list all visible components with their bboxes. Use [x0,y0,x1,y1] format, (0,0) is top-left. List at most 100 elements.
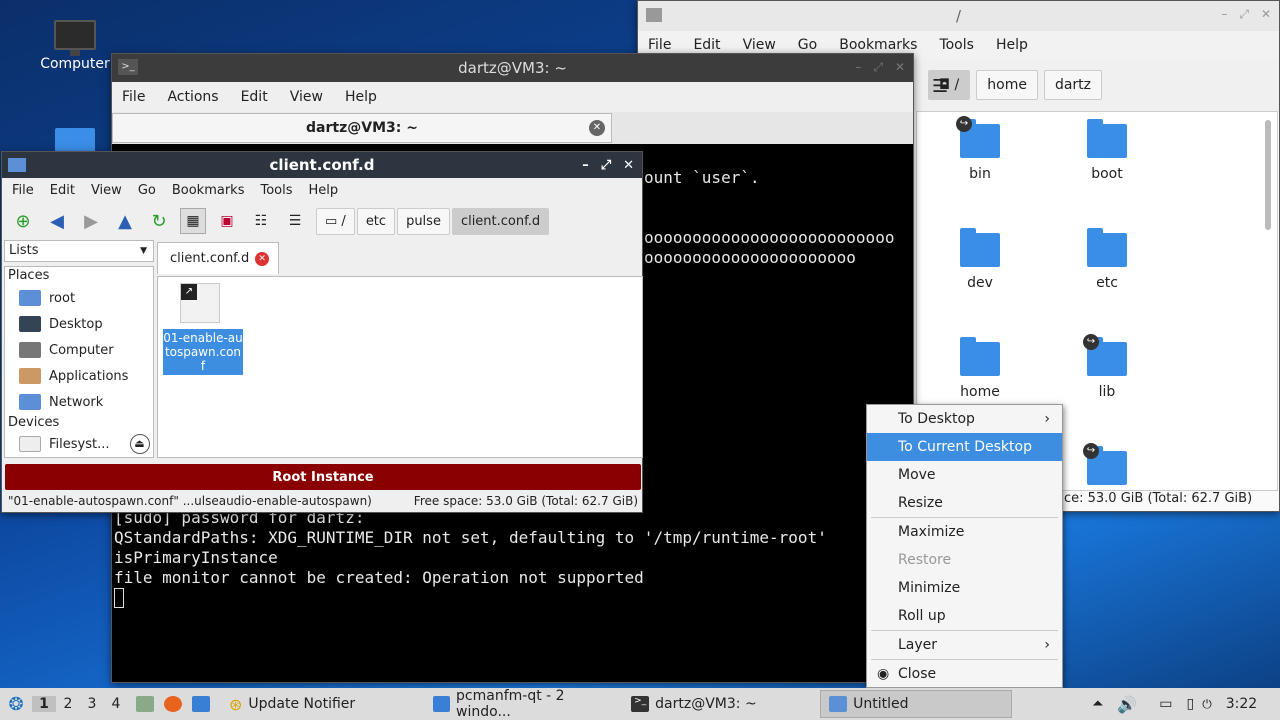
folder-item[interactable]: etc [1072,228,1142,291]
desktop-launcher-icon[interactable] [192,696,210,712]
menu-item-to-desktop[interactable]: To Desktop › [867,405,1062,433]
maximize-icon[interactable]: ⤢ [601,158,611,173]
menu-edit[interactable]: Edit [693,37,720,53]
menu-item-maximize[interactable]: Maximize [867,518,1062,546]
menu-item-to-current-desktop[interactable]: To Current Desktop [867,433,1062,461]
menu-edit[interactable]: Edit [241,89,268,105]
sidebar-item-computer[interactable]: Computer [5,337,153,363]
close-icon[interactable]: ✕ [1261,7,1271,22]
titlebar[interactable]: / – ⤢ ✕ [638,1,1279,31]
folder-item[interactable]: ↪ [1072,443,1142,493]
sidebar-item-filesystem[interactable]: Filesyst... ⏏ [5,431,153,457]
titlebar[interactable]: >_ dartz@VM3: ~ – ⤢ ✕ [112,54,913,82]
clipboard-icon[interactable]: ▯ [1187,696,1195,712]
menu-tools[interactable]: Tools [260,183,292,198]
menu-help[interactable]: Help [309,183,339,198]
menu-bookmarks[interactable]: Bookmarks [839,37,917,53]
folder-item[interactable]: home [945,337,1015,400]
new-tab-icon[interactable]: ⊕ [10,208,36,234]
sidebar-item-network[interactable]: Network [5,389,153,415]
workspace-2[interactable]: 2 [56,696,80,712]
thumbnail-view-icon[interactable]: ▣ [214,208,240,234]
menu-item-roll-up[interactable]: Roll up [867,602,1062,630]
workspace-1[interactable]: 1 [32,696,56,712]
tab-client-conf-d[interactable]: client.conf.d ✕ [157,242,279,274]
menu-file[interactable]: File [12,183,34,198]
power-icon[interactable]: ⏻ [1202,697,1212,712]
task-terminal[interactable]: >_ dartz@VM3: ~ [622,690,820,718]
menu-actions[interactable]: Actions [167,89,218,105]
menu-view[interactable]: View [743,37,776,53]
menu-view[interactable]: View [91,183,122,198]
path-etc[interactable]: etc [356,207,396,235]
minimize-icon[interactable]: – [582,158,589,173]
task-untitled[interactable]: Untitled [820,690,1013,718]
network-tray-icon[interactable]: ▭ [1159,696,1172,712]
menu-item-minimize[interactable]: Minimize [867,574,1062,602]
up-icon[interactable]: ▲ [112,208,138,234]
compact-view-icon[interactable]: ☷ [248,208,274,234]
side-pane-mode-select[interactable]: Lists ▼ [4,240,154,262]
list-view-icon[interactable]: ☰ [932,76,948,97]
sidebar-item-applications[interactable]: Applications [5,363,153,389]
workspace-4[interactable]: 4 [104,696,128,712]
maximize-icon[interactable]: ⤢ [873,60,883,75]
path-dartz[interactable]: dartz [1043,70,1103,100]
menu-bookmarks[interactable]: Bookmarks [172,183,245,198]
minimize-icon[interactable]: – [855,60,861,75]
path-pulse[interactable]: pulse [397,207,450,235]
detail-view-icon[interactable]: ☰ [282,208,308,234]
workspace-3[interactable]: 3 [80,696,104,712]
start-menu-icon[interactable]: ❂ [0,694,32,715]
forward-icon[interactable]: ▶ [78,208,104,234]
minimize-icon[interactable]: – [1221,7,1227,22]
menu-edit[interactable]: Edit [50,183,75,198]
task-pcmanfm[interactable]: pcmanfm-qt - 2 windo... [424,688,622,720]
tray-up-icon[interactable]: ⏶ [1092,696,1103,712]
desktop-icon [19,316,41,332]
menu-file[interactable]: File [122,89,145,105]
scrollbar[interactable] [1265,120,1271,230]
firefox-icon[interactable] [164,696,182,712]
task-update-notifier[interactable]: ⊛ Update Notifier [220,690,364,718]
folder-item[interactable]: boot [1072,119,1142,182]
menu-item-restore: Restore [898,552,952,568]
file-item-label[interactable]: 01-enable-autospawn.conf [163,329,243,375]
status-bar: "01-enable-autospawn.conf" ...ulseaudio-… [8,494,638,508]
icon-view-icon[interactable]: ▦ [180,208,206,234]
close-icon[interactable]: ✕ [623,158,634,173]
menu-go[interactable]: Go [138,183,156,198]
menu-item-move[interactable]: Move [867,461,1062,489]
menu-item-close[interactable]: ◉ Close [867,660,1062,688]
folder-item[interactable]: dev [945,228,1015,291]
path-home[interactable]: home [976,70,1038,100]
close-tab-icon[interactable]: ✕ [255,251,270,266]
file-manager-launcher-icon[interactable] [136,696,154,712]
sidebar-item-root[interactable]: root [5,285,153,311]
folder-icon [646,8,662,22]
menu-view[interactable]: View [290,89,323,105]
terminal-tab[interactable]: dartz@VM3: ~ ✕ [112,113,612,143]
menu-item-resize[interactable]: Resize [867,489,1062,517]
folder-item[interactable]: ↪ bin [945,116,1015,182]
eject-icon[interactable]: ⏏ [129,434,150,454]
menu-item-layer[interactable]: Layer › [867,631,1062,659]
path-root[interactable]: ▭ / [316,207,355,235]
volume-icon[interactable]: 🔊 [1117,695,1137,714]
menu-help[interactable]: Help [345,89,377,105]
maximize-icon[interactable]: ⤢ [1239,7,1249,22]
titlebar[interactable]: client.conf.d – ⤢ ✕ [2,152,642,178]
close-tab-icon[interactable]: ✕ [589,120,605,136]
reload-icon[interactable]: ↻ [146,208,172,234]
menu-go[interactable]: Go [798,37,817,53]
desktop-icon-computer[interactable]: Computer [30,20,120,72]
back-icon[interactable]: ◀ [44,208,70,234]
sidebar-item-desktop[interactable]: Desktop [5,311,153,337]
path-client-conf-d[interactable]: client.conf.d [451,207,550,235]
close-icon[interactable]: ✕ [895,60,905,75]
folder-item[interactable]: ↪ lib [1072,334,1142,400]
menu-tools[interactable]: Tools [939,37,974,53]
menu-file[interactable]: File [648,37,671,53]
status-selection: "01-enable-autospawn.conf" ...ulseaudio-… [8,494,372,508]
menu-help[interactable]: Help [996,37,1028,53]
